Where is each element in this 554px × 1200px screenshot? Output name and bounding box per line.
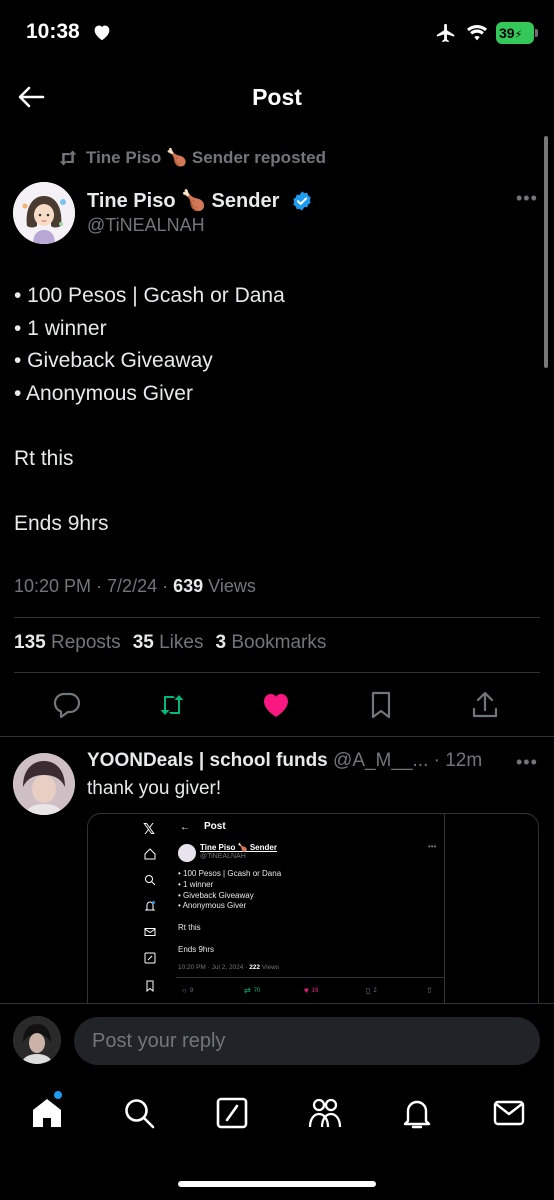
battery-level: 39 [499, 25, 515, 41]
girl-avatar-illustration [13, 182, 75, 244]
post-stats: 135 Reposts 35 Likes 3 Bookmarks [14, 632, 326, 654]
airplane-mode-icon [436, 23, 455, 43]
search-icon[interactable] [122, 1096, 156, 1130]
embed-divider [176, 977, 444, 978]
embed-author-name: Tine Piso 🍗 Sender [200, 843, 277, 852]
embed-share-icon: ⇧ [426, 986, 433, 995]
current-user-avatar[interactable] [13, 1016, 61, 1064]
views-label: Views [203, 576, 256, 596]
battery-cap [535, 29, 538, 37]
post-text-line [14, 410, 285, 443]
more-options-icon[interactable]: ••• [516, 188, 538, 209]
embed-author-avatar [178, 844, 196, 862]
post-text-line: Rt this [14, 446, 74, 470]
post-text-line: • Giveback Giveaway [14, 349, 213, 372]
repost-context-text: Tine Piso 🍗 Sender reposted [86, 148, 327, 167]
post-text-line [14, 475, 285, 508]
reply-icon[interactable] [52, 690, 82, 720]
reply-header: YOONDeals | school funds @A_M__... · 12m [87, 750, 482, 772]
embed-bookmark-count: ▯ 2 [366, 986, 377, 995]
embed-post-line [178, 934, 281, 945]
home-indicator[interactable] [178, 1181, 376, 1187]
repost-icon[interactable] [157, 690, 187, 720]
reply-time: · 12m [428, 750, 483, 771]
reply-attached-image[interactable]: 𝕏 ← Post Tine Piso 🍗 Sender @TiNEALNAH •… [87, 813, 539, 1013]
embed-column-divider [444, 814, 445, 1012]
embed-notifications-icon [144, 901, 156, 911]
divider [14, 617, 540, 618]
post-text-line: • Anonymous Giver [14, 381, 193, 405]
embed-post-text: • 100 Pesos | Gcash or Dana • 1 winner •… [178, 869, 281, 955]
embed-back-arrow-icon: ← [180, 822, 190, 833]
bookmarks-stat[interactable]: 3 Bookmarks [215, 632, 326, 654]
person-avatar-photo [13, 753, 75, 815]
repost-context[interactable]: Tine Piso 🍗 Sender reposted [58, 148, 326, 168]
divider [0, 736, 554, 737]
reply-input[interactable] [74, 1017, 540, 1065]
notifications-icon[interactable] [400, 1096, 434, 1130]
messages-icon[interactable] [492, 1096, 526, 1130]
reply-author-name[interactable]: YOONDeals | school funds [87, 750, 328, 771]
embed-post-line: • 100 Pesos | Gcash or Dana [178, 869, 282, 878]
reply-text: thank you giver! [87, 778, 222, 799]
author-handle[interactable]: @TiNEALNAH [87, 215, 205, 236]
like-icon[interactable] [261, 690, 291, 720]
divider [14, 672, 540, 673]
post-text-line: Ends 9hrs [14, 511, 109, 535]
share-icon[interactable] [470, 690, 500, 720]
charging-bolt-icon: ⚡ [514, 29, 523, 41]
embed-bookmark-icon [146, 980, 154, 992]
embed-author-handle: @TiNEALNAH [200, 853, 246, 860]
post-timestamp[interactable]: 10:20 PM · 7/2/24 · [14, 576, 173, 596]
embed-more-icon: ••• [428, 842, 437, 851]
bookmark-icon[interactable] [366, 690, 396, 720]
user-photo [13, 1016, 61, 1064]
home-icon[interactable] [30, 1096, 64, 1130]
post-text: • 100 Pesos | Gcash or Dana • 1 winner •… [14, 280, 285, 540]
author-name[interactable]: Tine Piso 🍗 Sender [87, 188, 279, 213]
embed-repost-count: ⇄ 70 [244, 986, 261, 995]
embed-post-line [178, 912, 281, 923]
page-title: Post [252, 84, 302, 110]
embed-x-logo: 𝕏 [143, 821, 156, 838]
communities-icon[interactable] [308, 1096, 342, 1130]
post-meta: 10:20 PM · 7/2/24 · 639 Views [14, 576, 256, 597]
embed-like-count: ♥ 16 [304, 986, 319, 995]
embed-reply-count: ○ 9 [182, 986, 194, 995]
embed-title: Post [204, 821, 226, 832]
author-avatar[interactable] [13, 182, 75, 244]
embed-post-line: Rt this [178, 922, 201, 932]
post-text-line: • 100 Pesos | Gcash or Dana [14, 284, 285, 307]
reply-author-handle[interactable]: @A_M__... [333, 750, 428, 771]
embed-post-line: Ends 9hrs [178, 944, 215, 954]
post-text-line: • 1 winner [14, 316, 107, 340]
embed-meta: 10:20 PM · Jul 2, 2024 · 222 Views [178, 964, 280, 971]
verified-icon [293, 191, 311, 211]
reposts-stat[interactable]: 135 Reposts [14, 632, 121, 654]
reply-more-options-icon[interactable]: ••• [516, 752, 538, 773]
embed-home-icon [144, 848, 156, 860]
embed-post-line: • 1 winner [178, 879, 214, 889]
wifi-icon [466, 24, 488, 41]
heart-status-icon [94, 25, 110, 41]
likes-stat[interactable]: 35 Likes [133, 632, 204, 654]
embed-search-icon [145, 875, 156, 886]
battery-indicator: 39⚡ [496, 22, 534, 44]
embed-post-line: • Giveback Giveaway [178, 890, 254, 900]
embed-post-line: • Anonymous Giver [178, 901, 247, 911]
status-time: 10:38 [26, 20, 80, 43]
scrollbar[interactable] [544, 136, 548, 368]
repost-icon [59, 150, 77, 166]
embed-messages-icon [144, 928, 156, 936]
views-count: 639 [173, 576, 204, 596]
embed-grok-icon [144, 952, 156, 964]
reply-author-avatar[interactable] [13, 753, 75, 815]
home-notification-dot [54, 1091, 62, 1099]
grok-icon[interactable] [215, 1096, 249, 1130]
